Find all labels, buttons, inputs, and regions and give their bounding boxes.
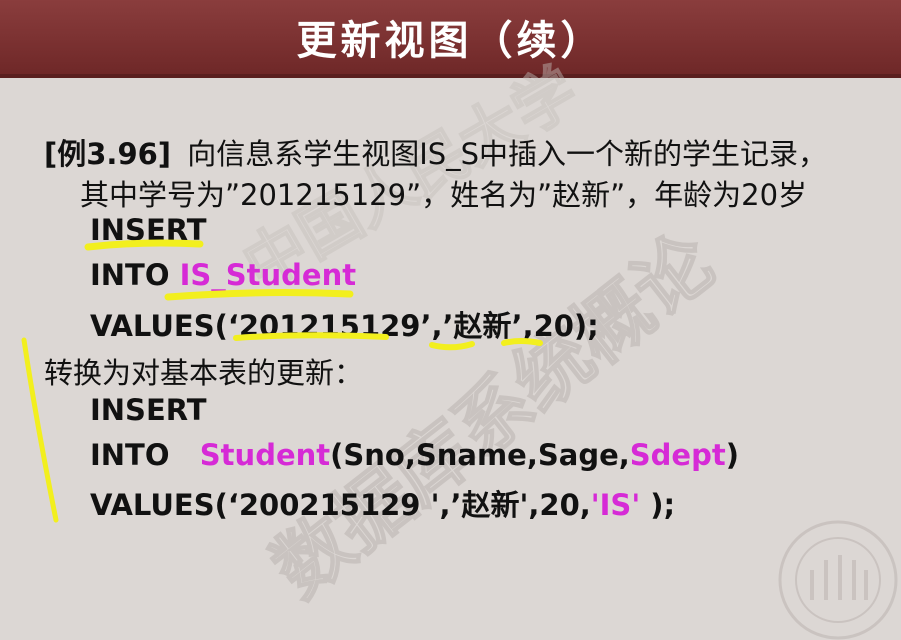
code2-into-kw: INTO bbox=[90, 438, 200, 472]
convert-label: 转换为对基本表的更新： bbox=[44, 350, 363, 392]
code1-values-text: VALUES(‘201215129’,’赵新’,20); bbox=[90, 309, 599, 343]
code2-values-text: VALUES(‘200215129 ',’赵新',20, bbox=[90, 488, 591, 522]
example-tag: [例3.96] bbox=[44, 137, 172, 171]
example-desc-1: 向信息系学生视图IS_S中插入一个新的学生记录， bbox=[187, 137, 828, 171]
code2-into-col-sdept: Sdept bbox=[629, 438, 726, 472]
example-desc-2: 其中学号为”201215129”，姓名为”赵新”，年龄为20岁 bbox=[80, 178, 808, 212]
code1-values: VALUES(‘201215129’,’赵新’,20); bbox=[90, 303, 599, 345]
code1-into-kw: INTO bbox=[90, 258, 180, 292]
code2-insert: INSERT bbox=[90, 393, 207, 428]
marker-underline-is-student bbox=[164, 289, 354, 301]
example-line-1: [例3.96] 向信息系学生视图IS_S中插入一个新的学生记录， bbox=[44, 131, 827, 173]
university-seal bbox=[778, 520, 898, 640]
code2-insert-kw: INSERT bbox=[90, 393, 207, 427]
example-line-2: 其中学号为”201215129”，姓名为”赵新”，年龄为20岁 bbox=[80, 172, 807, 214]
title-bar: 更新视图（续） bbox=[0, 0, 901, 78]
code2-values: VALUES(‘200215129 ',’赵新',20,'IS' ); bbox=[90, 482, 675, 524]
code2-values-end: ); bbox=[640, 488, 676, 522]
code1-insert: INSERT bbox=[90, 213, 207, 248]
convert-label-text: 转换为对基本表的更新： bbox=[44, 356, 364, 390]
slide-title: 更新视图（续） bbox=[296, 18, 605, 64]
code1-insert-kw: INSERT bbox=[90, 213, 207, 247]
code2-into-close: ) bbox=[725, 438, 739, 472]
code2-into: INTO Student(Sno,Sname,Sage,Sdept) bbox=[90, 438, 739, 473]
code1-into-target: IS_Student bbox=[179, 258, 357, 292]
code2-into-cols: (Sno,Sname,Sage, bbox=[330, 438, 630, 472]
slide: 更新视图（续） 数据库系统概论 中国人民大学 [例3.96] 向信息系学生视图I… bbox=[0, 0, 901, 640]
code2-values-is: 'IS' bbox=[590, 488, 641, 522]
code1-into: INTO IS_Student bbox=[90, 258, 356, 293]
code2-into-table: Student bbox=[199, 438, 331, 472]
